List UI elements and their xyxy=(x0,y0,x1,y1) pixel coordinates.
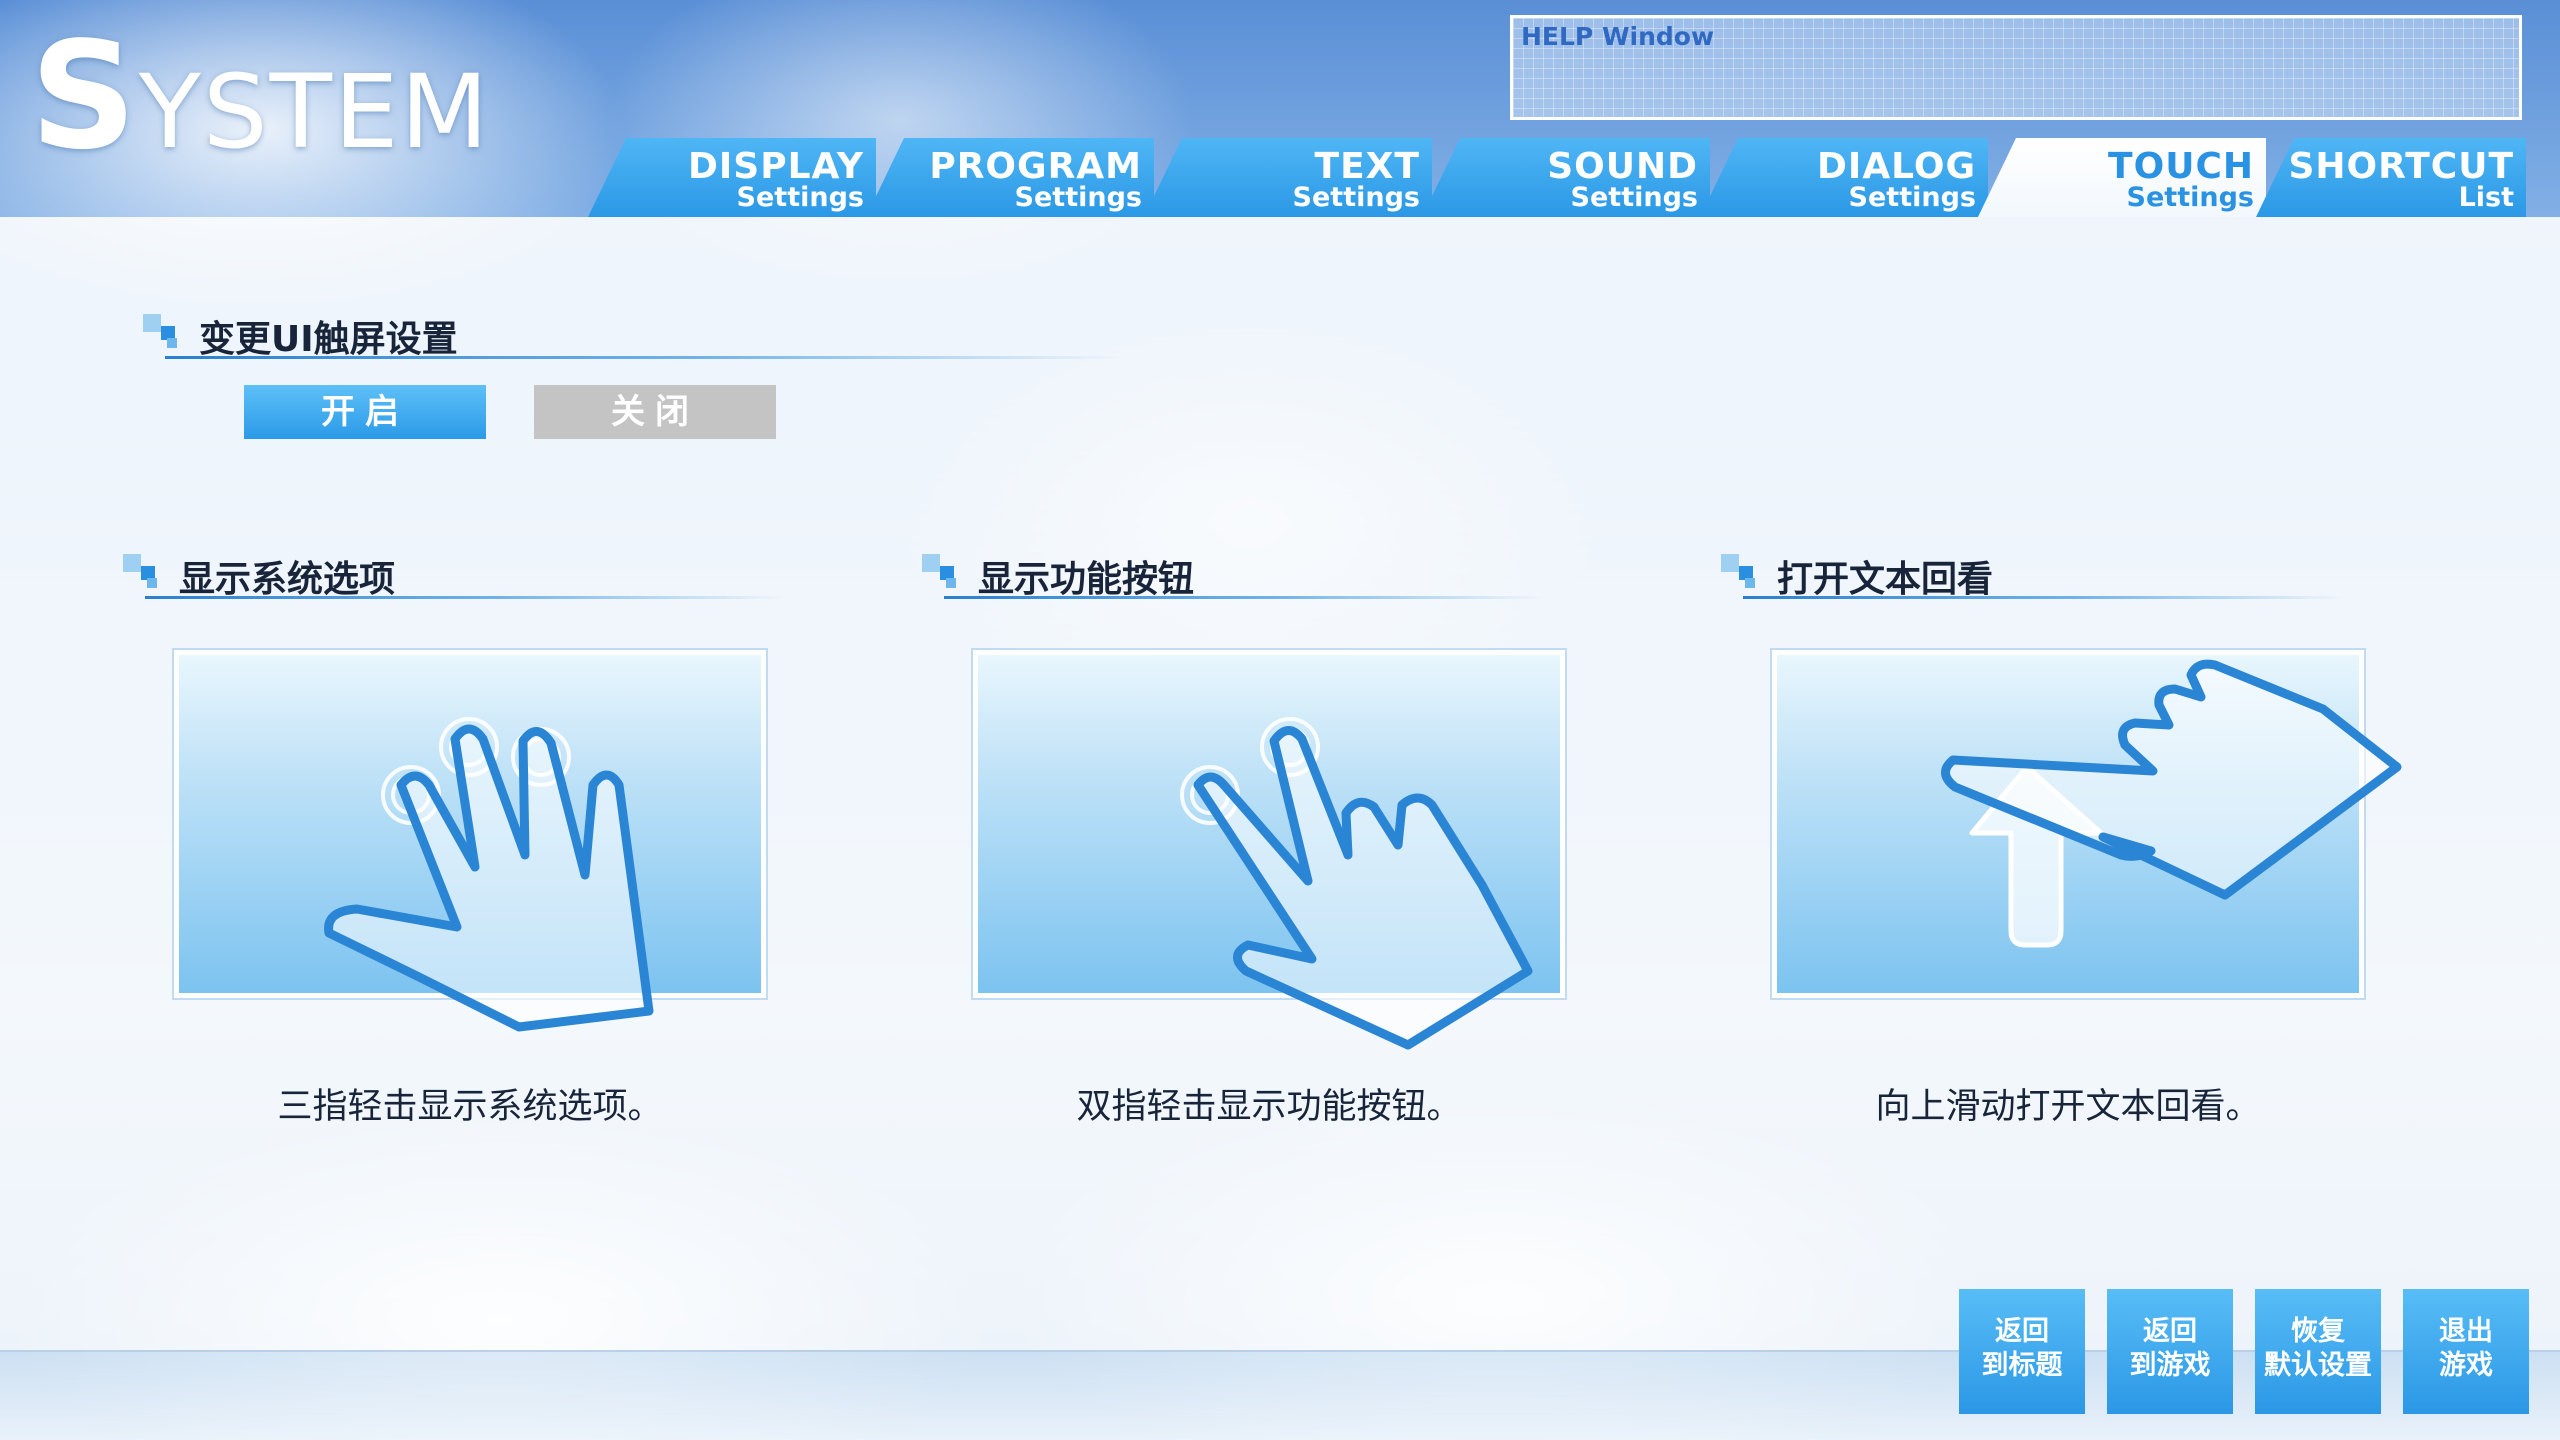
tab-label: DISPLAY xyxy=(687,146,864,187)
tab-sound-settings[interactable]: SOUND Settings xyxy=(1422,138,1710,217)
gesture-card-two-finger-tap xyxy=(973,650,1565,1050)
section-bullet-icon xyxy=(1721,554,1765,590)
section-bullet-icon xyxy=(143,314,187,350)
gesture-caption: 向上滑动打开文本回看。 xyxy=(1875,1087,2261,1127)
exit-game-button[interactable]: 退出 游戏 xyxy=(2403,1289,2529,1414)
button-label-line1: 退出 xyxy=(2439,1316,2493,1347)
gesture-card-three-finger-tap xyxy=(174,650,766,1032)
section-underline xyxy=(1743,596,2343,599)
page-title-initial: S xyxy=(30,10,139,182)
page-title: SYSTEM xyxy=(30,10,490,182)
tab-sublabel: Settings xyxy=(736,182,864,213)
two-finger-tap-icon xyxy=(1180,717,1533,1050)
tab-label: DIALOG xyxy=(1817,146,1976,187)
gesture-caption: 三指轻击显示系统选项。 xyxy=(277,1087,663,1127)
tab-label: TOUCH xyxy=(2108,146,2254,187)
tab-touch-settings[interactable]: TOUCH Settings xyxy=(1978,138,2266,217)
touch-ui-on-button[interactable]: 开启 xyxy=(244,385,486,439)
restore-defaults-button[interactable]: 恢复 默认设置 xyxy=(2255,1289,2381,1414)
section-bullet-icon xyxy=(922,554,966,590)
tab-program-settings[interactable]: PROGRAM Settings xyxy=(866,138,1154,217)
tab-sublabel: Settings xyxy=(1014,182,1142,213)
section-underline xyxy=(145,596,785,599)
section-underline xyxy=(165,356,1125,359)
help-window: HELP Window xyxy=(1510,15,2522,120)
tab-sublabel: List xyxy=(2458,182,2514,213)
button-label-line1: 返回 xyxy=(2143,1316,2197,1347)
tab-label: SOUND xyxy=(1547,146,1698,187)
page-title-rest: YSTEM xyxy=(138,53,491,172)
tab-sublabel: Settings xyxy=(1570,182,1698,213)
button-label-line2: 游戏 xyxy=(2439,1350,2493,1381)
gesture-card-swipe-up xyxy=(1772,650,2402,998)
return-to-title-button[interactable]: 返回 到标题 xyxy=(1959,1289,2085,1414)
swipe-up-icon xyxy=(1941,659,2402,948)
section-bullet-icon xyxy=(123,554,167,590)
button-label-line2: 默认设置 xyxy=(2264,1350,2372,1381)
tab-dialog-settings[interactable]: DIALOG Settings xyxy=(1700,138,1988,217)
button-label-line1: 返回 xyxy=(1995,1316,2049,1347)
tab-sublabel: Settings xyxy=(1292,182,1420,213)
button-label-line1: 恢复 xyxy=(2291,1316,2345,1347)
tab-text-settings[interactable]: TEXT Settings xyxy=(1144,138,1432,217)
section-title: 打开文本回看 xyxy=(1777,559,1994,600)
tab-label: TEXT xyxy=(1314,146,1420,187)
return-to-game-button[interactable]: 返回 到游戏 xyxy=(2107,1289,2233,1414)
tab-label: PROGRAM xyxy=(929,146,1142,187)
tab-label: SHORTCUT xyxy=(2288,146,2514,187)
tab-display-settings[interactable]: DISPLAY Settings xyxy=(588,138,876,217)
button-label-line2: 到游戏 xyxy=(2129,1350,2211,1381)
tab-sublabel: Settings xyxy=(1848,182,1976,213)
section-underline xyxy=(944,596,1544,599)
section-title: 显示功能按钮 xyxy=(978,559,1195,600)
section-title: 显示系统选项 xyxy=(179,559,396,600)
tab-shortcut-list[interactable]: SHORTCUT List xyxy=(2256,138,2526,217)
section-title: 变更UI触屏设置 xyxy=(199,319,458,360)
three-finger-tap-icon xyxy=(324,717,654,1032)
gesture-caption: 双指轻击显示功能按钮。 xyxy=(1076,1087,1462,1127)
tab-sublabel: Settings xyxy=(2126,182,2254,213)
button-label-line2: 到标题 xyxy=(1981,1350,2063,1381)
help-window-label: HELP Window xyxy=(1521,22,1715,51)
touch-ui-off-button[interactable]: 关闭 xyxy=(534,385,776,439)
